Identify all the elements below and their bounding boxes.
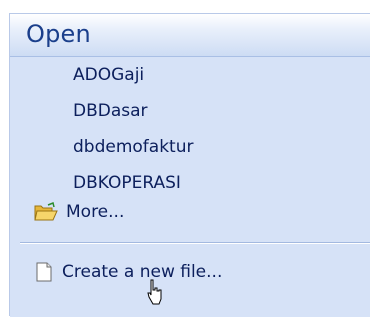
more-files-label: More...	[66, 202, 125, 222]
create-new-file-label: Create a new file...	[62, 262, 223, 282]
pane-header: Open	[10, 14, 370, 57]
recent-file-link[interactable]: dbdemofaktur	[73, 137, 193, 157]
folder-open-icon	[34, 201, 58, 222]
separator	[20, 242, 370, 244]
recent-file-link[interactable]: DBKOPERASI	[73, 173, 181, 193]
document-icon	[34, 261, 54, 283]
mouse-cursor-icon	[146, 279, 164, 307]
more-files-link[interactable]: More...	[34, 199, 124, 225]
create-new-file-link[interactable]: Create a new file...	[34, 259, 222, 285]
pane-title: Open	[26, 20, 91, 48]
open-task-pane: Open ADOGaji DBDasar dbdemofaktur DBKOPE…	[9, 13, 370, 317]
recent-file-link[interactable]: DBDasar	[73, 101, 148, 121]
recent-file-link[interactable]: ADOGaji	[73, 65, 144, 85]
